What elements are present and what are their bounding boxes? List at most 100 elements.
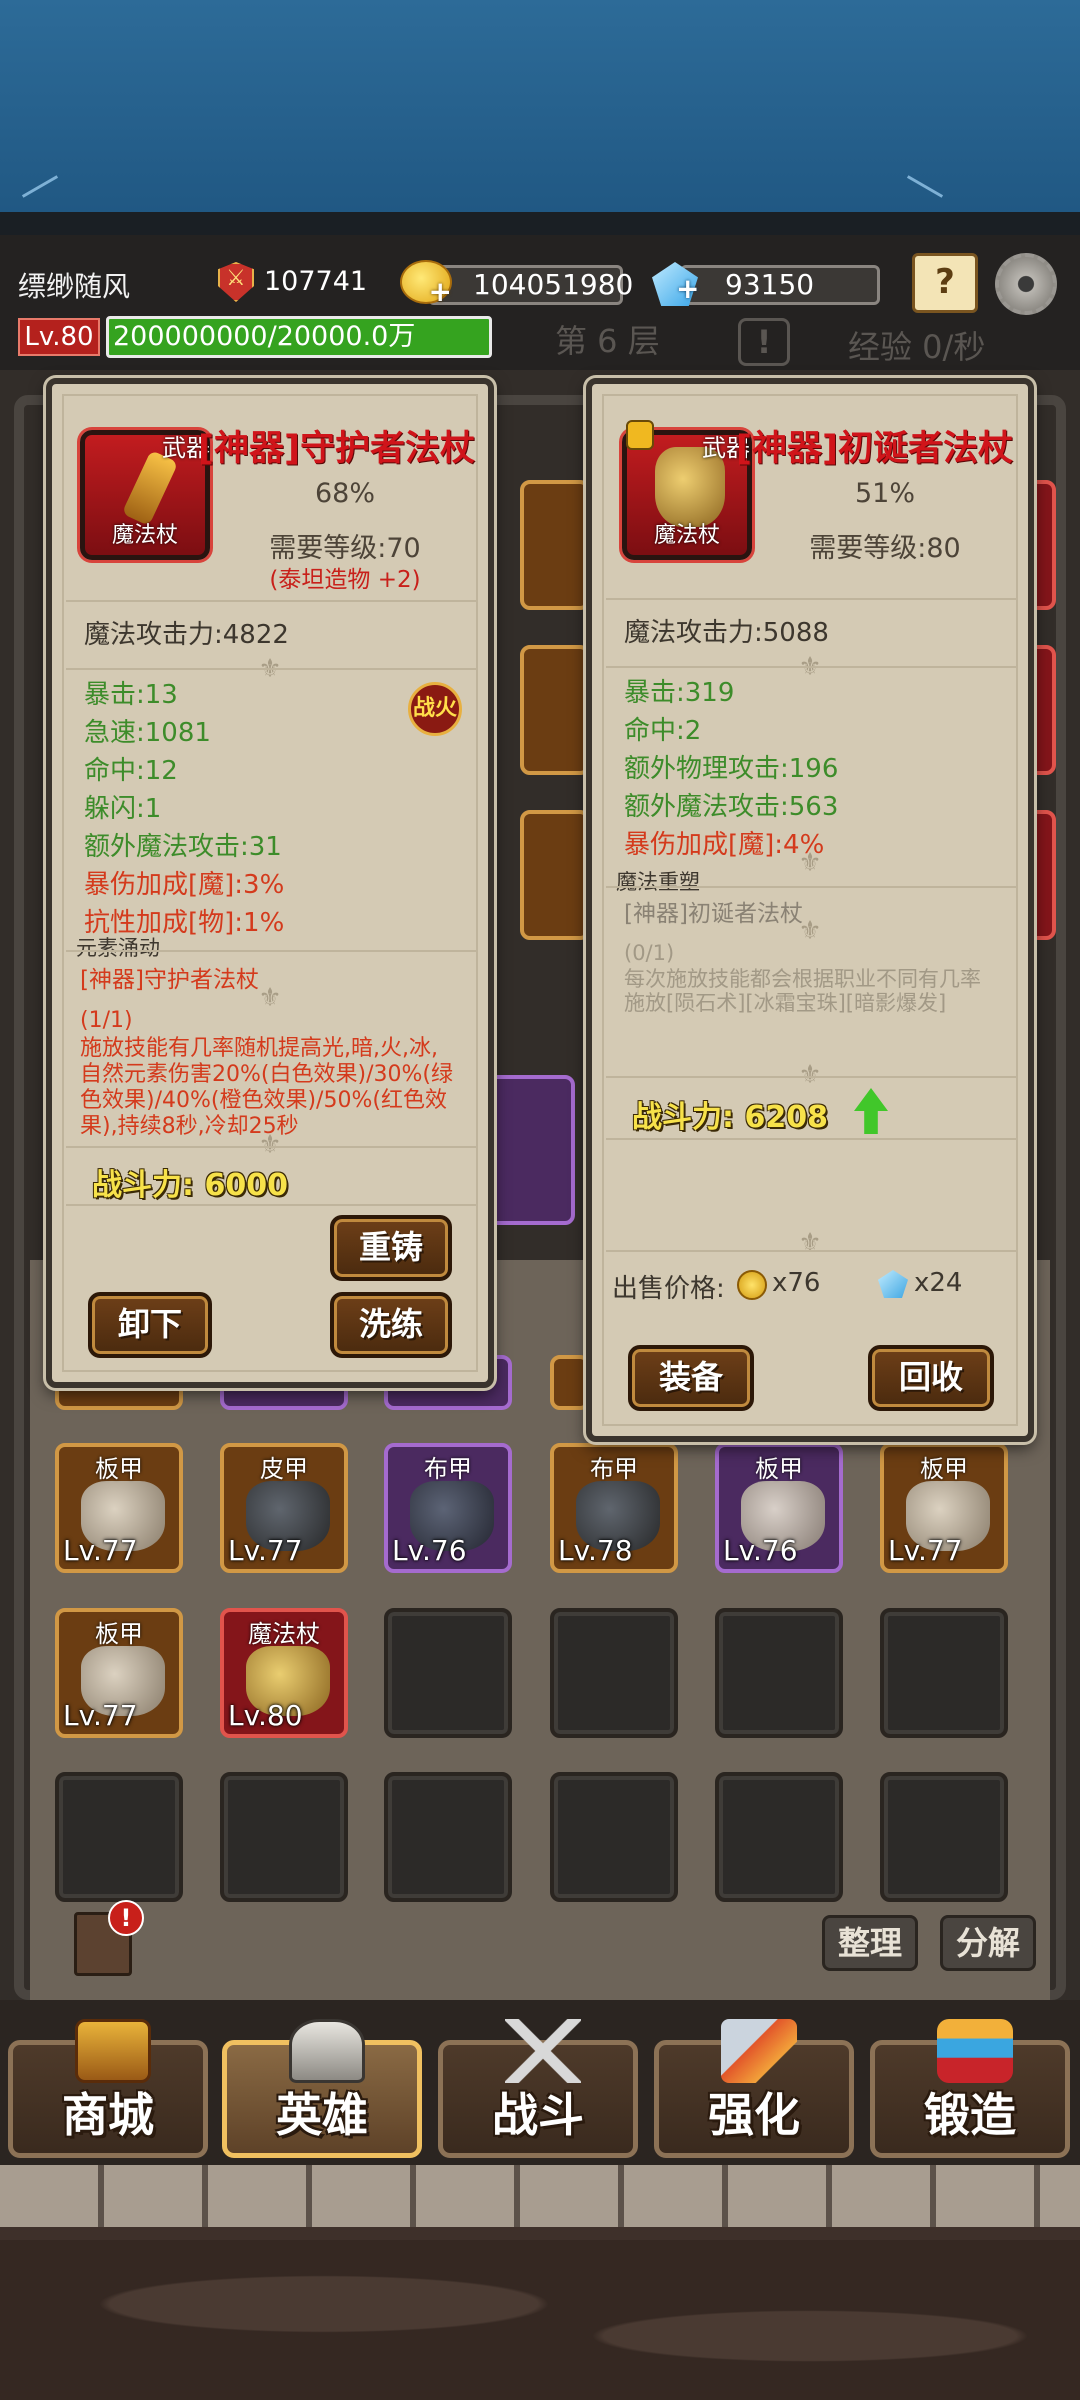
stat-line: 暴伤加成[魔]:4% bbox=[624, 830, 825, 860]
divider bbox=[606, 886, 1016, 888]
sky-edge bbox=[0, 212, 1080, 235]
effect-count: (1/1) bbox=[80, 1008, 133, 1033]
gold-coin-add-icon[interactable] bbox=[400, 260, 452, 308]
equip-button[interactable]: 装备 bbox=[628, 1345, 754, 1411]
fleur-divider-icon: ⚜ bbox=[798, 848, 822, 878]
inventory-slot-empty[interactable] bbox=[715, 1772, 843, 1902]
brick-wall bbox=[0, 2165, 1080, 2227]
inventory-slot-empty[interactable] bbox=[55, 1772, 183, 1902]
slot-item-level: Lv.77 bbox=[63, 1534, 138, 1567]
hero-portrait[interactable] bbox=[480, 1075, 575, 1225]
sell-gem-amount: x24 bbox=[914, 1268, 963, 1298]
item-subtype: 魔法杖 bbox=[111, 523, 178, 548]
stat-line: 暴击:319 bbox=[624, 678, 735, 708]
item-bonus: (泰坦造物 +2) bbox=[269, 567, 421, 593]
recycle-button[interactable]: 回收 bbox=[868, 1345, 994, 1411]
inventory-slot[interactable]: 板甲 Lv.77 bbox=[55, 1443, 183, 1573]
stat-line: 额外魔法攻击:563 bbox=[624, 792, 839, 822]
inventory-slot[interactable]: 板甲 Lv.76 bbox=[715, 1443, 843, 1573]
unequip-button[interactable]: 卸下 bbox=[88, 1292, 212, 1358]
inventory-slot-empty[interactable] bbox=[880, 1608, 1008, 1738]
fleur-divider-icon: ⚜ bbox=[258, 983, 282, 1013]
equip-slot-helmet[interactable] bbox=[520, 480, 590, 610]
settings-gear-icon[interactable] bbox=[995, 253, 1057, 315]
nav-enhance[interactable]: 强化 bbox=[654, 2019, 854, 2158]
nav-hero[interactable]: 英雄 bbox=[222, 2019, 422, 2158]
divider bbox=[606, 1076, 1016, 1078]
stat-line: 暴伤加成[魔]:3% bbox=[84, 870, 285, 900]
war-fire-badge: 战火 bbox=[408, 682, 462, 736]
inventory-slot-empty[interactable] bbox=[220, 1772, 348, 1902]
help-book-button[interactable]: ? bbox=[912, 253, 978, 313]
nav-shop[interactable]: 商城 bbox=[8, 2019, 208, 2158]
fleur-divider-icon: ⚜ bbox=[798, 1060, 822, 1090]
stat-line: 额外魔法攻击:31 bbox=[84, 832, 282, 862]
lock-icon[interactable] bbox=[626, 420, 654, 450]
stat-line: 急速:1081 bbox=[84, 718, 211, 748]
stat-line: 命中:12 bbox=[84, 756, 178, 786]
equip-slot-chest[interactable] bbox=[520, 645, 590, 775]
fleur-divider-icon: ⚜ bbox=[798, 916, 822, 946]
gold-coin-icon bbox=[737, 1270, 767, 1300]
recast-button[interactable]: 重铸 bbox=[330, 1215, 452, 1281]
stat-line: 暴击:13 bbox=[84, 680, 178, 710]
inventory-slot-empty[interactable] bbox=[384, 1608, 512, 1738]
item-subtype: 魔法杖 bbox=[653, 523, 720, 548]
gem-counter[interactable]: 93150 bbox=[680, 265, 880, 305]
main-stat: 魔法攻击力:4822 bbox=[84, 620, 289, 650]
effect-desc-line: 自然元素伤害20%(白色效果)/30%(绿 bbox=[80, 1062, 453, 1087]
nav-forge[interactable]: 锻造 bbox=[870, 2019, 1070, 2158]
inventory-slot-empty[interactable] bbox=[550, 1608, 678, 1738]
divider bbox=[66, 668, 476, 670]
gold-counter[interactable]: 104051980 bbox=[428, 265, 633, 305]
item-title: [神器]守护者法杖 bbox=[198, 429, 475, 469]
item-title: [神器]初诞者法杖 bbox=[736, 429, 1013, 469]
inventory-slot[interactable] bbox=[550, 1355, 590, 1410]
inventory-slot[interactable]: 板甲 Lv.77 bbox=[55, 1608, 183, 1738]
alert-icon[interactable]: ! bbox=[738, 318, 790, 366]
crossed-swords-icon bbox=[505, 2019, 581, 2083]
inventory-slot[interactable]: 板甲 Lv.77 bbox=[880, 1443, 1008, 1573]
inventory-slot-empty[interactable] bbox=[550, 1772, 678, 1902]
effect-name: 魔法重塑 bbox=[616, 870, 700, 894]
divider bbox=[66, 950, 476, 952]
player-name: 缥缈随风 bbox=[18, 270, 131, 303]
nav-battle[interactable]: 战斗 bbox=[438, 2019, 638, 2158]
nav-label: 英雄 bbox=[276, 2088, 368, 2142]
effect-name: 元素涌动 bbox=[76, 936, 160, 960]
exp-bar: 200000000/20000.0万 bbox=[106, 316, 492, 358]
inventory-slot[interactable]: 皮甲 Lv.77 bbox=[220, 1443, 348, 1573]
refine-button[interactable]: 洗练 bbox=[330, 1292, 452, 1358]
slot-item-type: 皮甲 bbox=[260, 1455, 308, 1483]
slot-item-level: Lv.78 bbox=[558, 1534, 633, 1567]
item-required-level: 需要等级:80 bbox=[809, 533, 961, 564]
inventory-slot[interactable]: 魔法杖 Lv.80 bbox=[220, 1608, 348, 1738]
sort-button[interactable]: 整理 bbox=[822, 1915, 918, 1971]
inventory-slot[interactable]: 布甲 Lv.78 bbox=[550, 1443, 678, 1573]
divider bbox=[606, 666, 1016, 668]
divider bbox=[606, 1250, 1016, 1252]
effect-desc-line: 施放[陨石术][冰霜宝珠][暗影爆发] bbox=[624, 991, 947, 1015]
divider bbox=[606, 598, 1016, 600]
treasure-chest-icon bbox=[75, 2019, 151, 2083]
sell-price-label: 出售价格: bbox=[612, 1274, 725, 1304]
anvil-icon bbox=[937, 2019, 1013, 2083]
nav-label: 商城 bbox=[62, 2088, 154, 2142]
inventory-slot-empty[interactable] bbox=[880, 1772, 1008, 1902]
effect-count: (0/1) bbox=[624, 941, 675, 965]
equip-slot-boots[interactable] bbox=[520, 810, 590, 940]
inventory-slot-empty[interactable] bbox=[384, 1772, 512, 1902]
floor-label: 第 6 层 bbox=[555, 322, 660, 360]
sky-background bbox=[0, 0, 1080, 235]
ground-texture bbox=[0, 2240, 1080, 2400]
slot-item-type: 布甲 bbox=[424, 1455, 472, 1483]
sky-crack bbox=[906, 175, 944, 198]
inventory-slot-empty[interactable] bbox=[715, 1608, 843, 1738]
combat-power: 战斗力: 6000 bbox=[92, 1168, 288, 1203]
gold-value: 104051980 bbox=[473, 268, 634, 301]
decompose-button[interactable]: 分解 bbox=[940, 1915, 1036, 1971]
inventory-slot[interactable]: 布甲 Lv.76 bbox=[384, 1443, 512, 1573]
divider bbox=[606, 1138, 1016, 1140]
slot-item-level: Lv.77 bbox=[63, 1699, 138, 1732]
combat-power: 战斗力: 6208 bbox=[632, 1100, 828, 1135]
